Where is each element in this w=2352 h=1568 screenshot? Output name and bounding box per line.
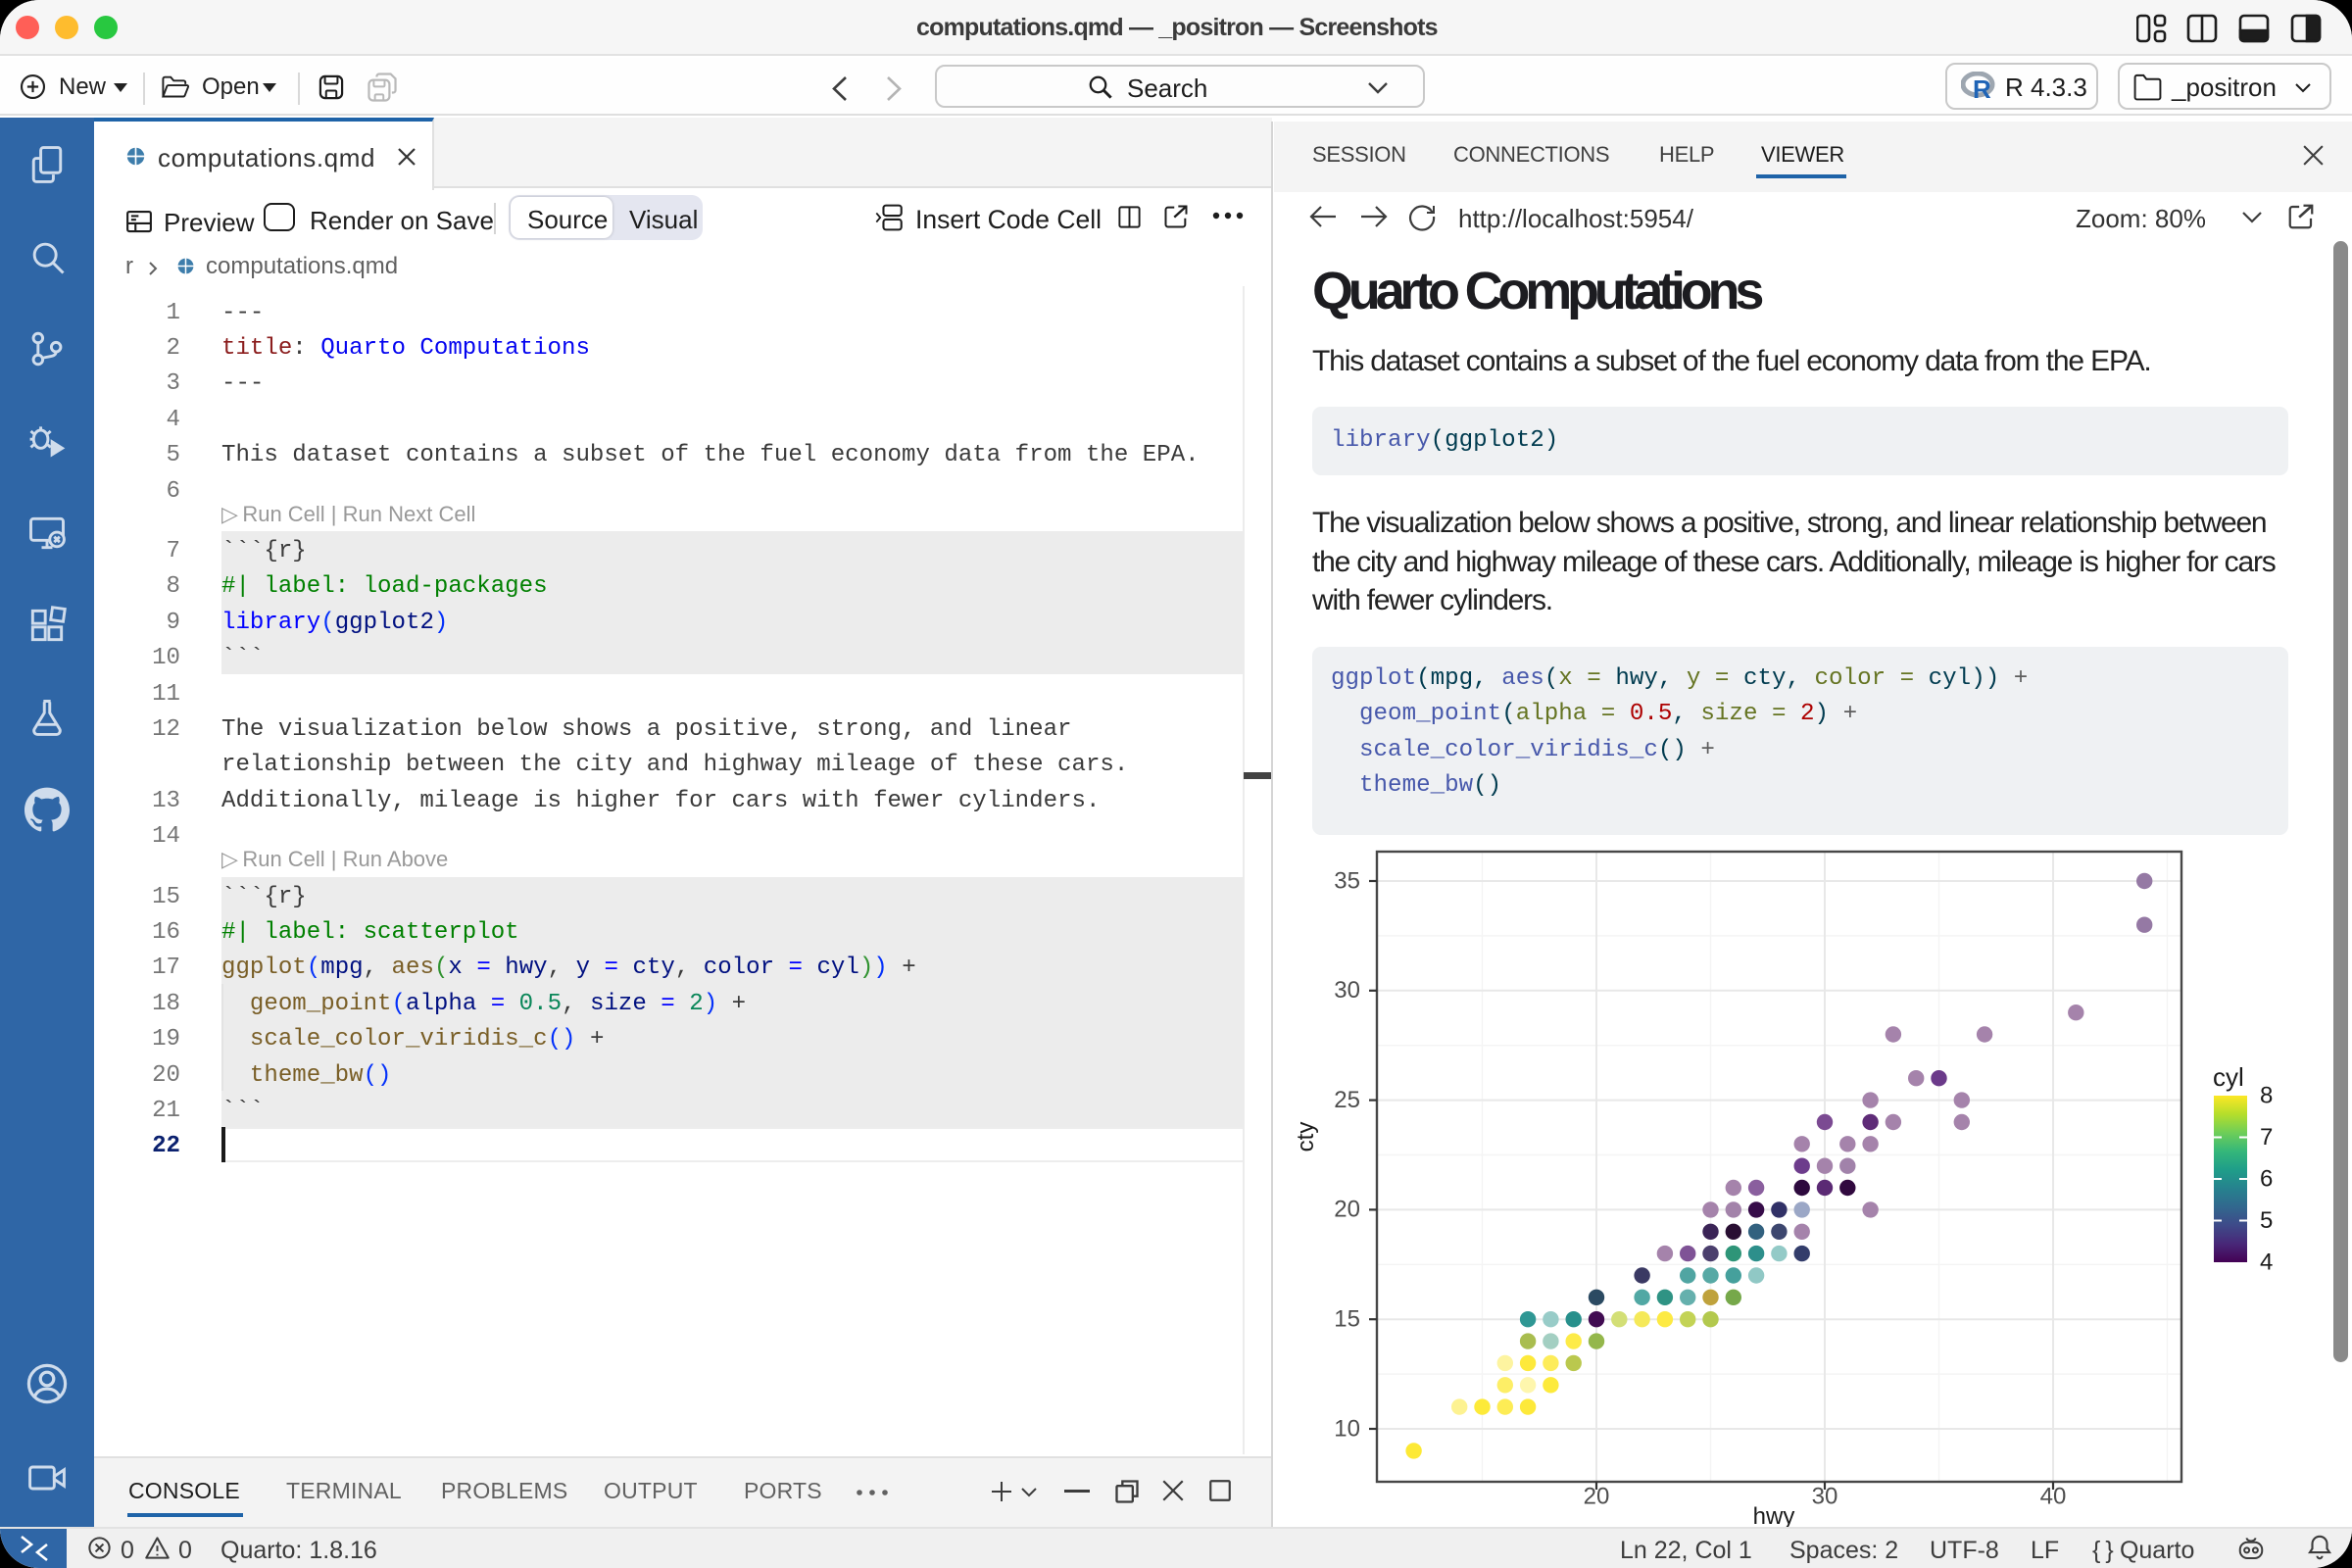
svg-text:40: 40 bbox=[2040, 1483, 2067, 1509]
svg-text:6: 6 bbox=[2260, 1165, 2273, 1192]
svg-text:5: 5 bbox=[2260, 1207, 2273, 1234]
svg-text:8: 8 bbox=[2260, 1082, 2273, 1108]
svg-text:20: 20 bbox=[1584, 1483, 1610, 1509]
svg-text:4: 4 bbox=[2260, 1249, 2273, 1275]
svg-text:20: 20 bbox=[1334, 1197, 1360, 1223]
svg-text:cty: cty bbox=[1293, 1122, 1319, 1152]
svg-text:hwy: hwy bbox=[1753, 1503, 1795, 1529]
svg-text:10: 10 bbox=[1334, 1415, 1360, 1442]
svg-text:30: 30 bbox=[1334, 977, 1360, 1004]
svg-text:15: 15 bbox=[1334, 1306, 1360, 1333]
svg-text:7: 7 bbox=[2260, 1124, 2273, 1151]
svg-text:30: 30 bbox=[1812, 1483, 1838, 1509]
svg-text:R: R bbox=[1973, 74, 1991, 101]
svg-text:cyl: cyl bbox=[2213, 1062, 2244, 1092]
svg-text:25: 25 bbox=[1334, 1087, 1360, 1113]
svg-text:35: 35 bbox=[1334, 867, 1360, 894]
